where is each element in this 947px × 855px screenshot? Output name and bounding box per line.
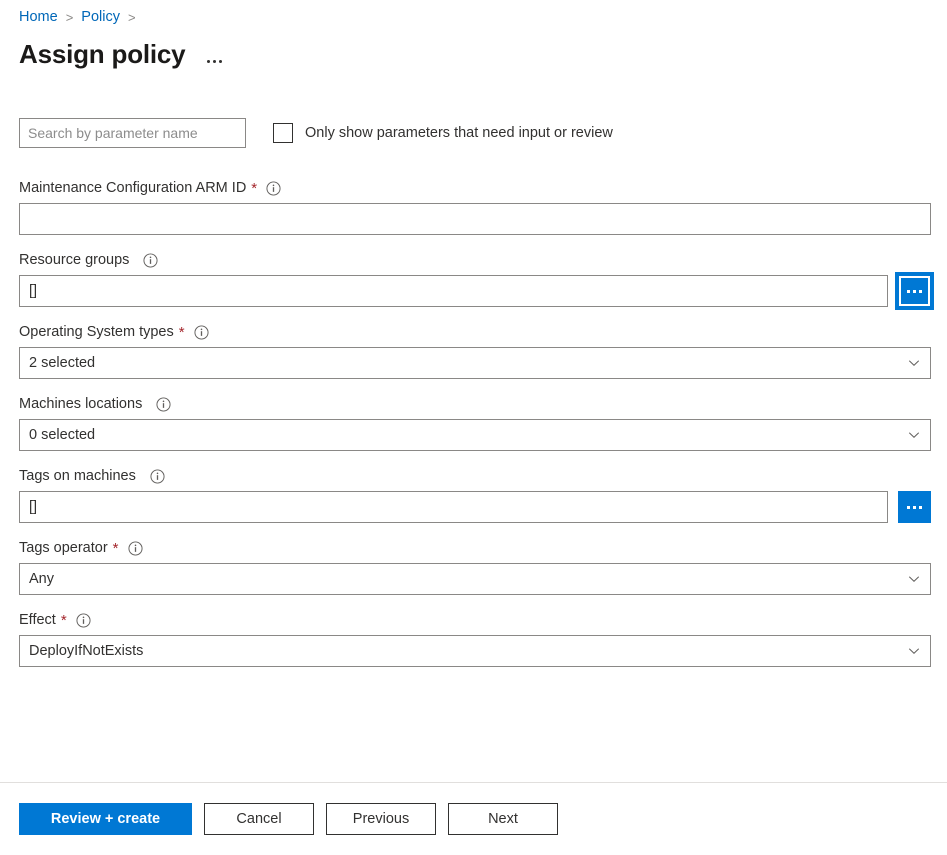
field-label: Operating System types * bbox=[19, 322, 931, 342]
resource-groups-input[interactable] bbox=[19, 275, 888, 307]
info-icon[interactable] bbox=[76, 612, 91, 628]
field-tags-operator: Tags operator * Any bbox=[19, 538, 931, 595]
chevron-down-icon bbox=[907, 428, 921, 442]
previous-button[interactable]: Previous bbox=[326, 803, 436, 835]
page-header: Assign policy bbox=[0, 34, 947, 74]
checkbox-box-icon[interactable] bbox=[273, 123, 293, 143]
required-indicator: * bbox=[60, 611, 67, 629]
info-icon[interactable] bbox=[156, 396, 171, 412]
search-input[interactable] bbox=[19, 118, 246, 148]
field-operating-system-types: Operating System types * 2 selected bbox=[19, 322, 931, 379]
field-control: DeployIfNotExists bbox=[19, 635, 931, 667]
field-label: Maintenance Configuration ARM ID * bbox=[19, 178, 931, 198]
maintenance-configuration-arm-id-input[interactable] bbox=[19, 203, 931, 235]
chevron-down-icon bbox=[907, 644, 921, 658]
info-icon[interactable] bbox=[143, 252, 158, 268]
more-options-icon[interactable] bbox=[207, 41, 223, 67]
dropdown-value: 0 selected bbox=[29, 427, 96, 443]
ellipsis-dot bbox=[919, 289, 922, 293]
field-label-text: Resource groups bbox=[19, 252, 130, 268]
required-indicator: * bbox=[178, 323, 185, 341]
only-show-needed-parameters-checkbox[interactable]: Only show parameters that need input or … bbox=[273, 123, 613, 143]
field-label: Tags on machines bbox=[19, 466, 931, 486]
field-label-text: Tags operator bbox=[19, 540, 108, 556]
dropdown-value: 2 selected bbox=[29, 355, 96, 371]
info-icon[interactable] bbox=[266, 180, 281, 196]
resource-groups-picker-button[interactable] bbox=[898, 275, 931, 307]
field-label-text: Maintenance Configuration ARM ID bbox=[19, 180, 247, 196]
machines-locations-dropdown[interactable]: 0 selected bbox=[19, 419, 931, 451]
info-icon[interactable] bbox=[127, 540, 143, 556]
breadcrumb: Home > Policy > bbox=[0, 0, 947, 28]
info-icon[interactable] bbox=[194, 324, 209, 340]
field-resource-groups: Resource groups bbox=[19, 250, 931, 307]
review-create-button[interactable]: Review + create bbox=[19, 803, 192, 835]
effect-dropdown[interactable]: DeployIfNotExists bbox=[19, 635, 931, 667]
tags-on-machines-picker-button[interactable] bbox=[898, 491, 931, 523]
field-label: Machines locations bbox=[19, 394, 931, 414]
ellipsis-dot bbox=[207, 60, 211, 63]
field-control bbox=[19, 491, 931, 523]
dropdown-value: DeployIfNotExists bbox=[29, 643, 144, 659]
dropdown-value: Any bbox=[29, 571, 54, 587]
ellipsis-dot bbox=[907, 505, 910, 509]
cancel-button[interactable]: Cancel bbox=[204, 803, 314, 835]
breadcrumb-separator-icon: > bbox=[65, 9, 74, 25]
chevron-down-icon bbox=[907, 356, 921, 370]
field-effect: Effect * DeployIfNotExists bbox=[19, 610, 931, 667]
field-control bbox=[19, 275, 931, 307]
next-button[interactable]: Next bbox=[448, 803, 558, 835]
ellipsis-dot bbox=[219, 60, 223, 63]
ellipsis-dot bbox=[919, 505, 922, 509]
ellipsis-dot bbox=[907, 289, 910, 293]
operating-system-types-dropdown[interactable]: 2 selected bbox=[19, 347, 931, 379]
required-indicator: * bbox=[251, 179, 258, 197]
breadcrumb-item-home[interactable]: Home bbox=[19, 9, 58, 25]
field-label: Tags operator * bbox=[19, 538, 931, 558]
field-control: 0 selected bbox=[19, 419, 931, 451]
field-label-text: Operating System types bbox=[19, 324, 174, 340]
field-control: Any bbox=[19, 563, 931, 595]
field-tags-on-machines: Tags on machines bbox=[19, 466, 931, 523]
tags-operator-dropdown[interactable]: Any bbox=[19, 563, 931, 595]
ellipsis-dot bbox=[913, 289, 916, 293]
ellipsis-dot bbox=[213, 60, 217, 63]
field-label-text: Tags on machines bbox=[19, 468, 136, 484]
page-title: Assign policy bbox=[19, 39, 186, 69]
ellipsis-dot bbox=[913, 505, 916, 509]
required-indicator: * bbox=[112, 539, 119, 557]
checkbox-label: Only show parameters that need input or … bbox=[305, 125, 613, 141]
tags-on-machines-input[interactable] bbox=[19, 491, 888, 523]
field-maintenance-configuration-arm-id: Maintenance Configuration ARM ID * bbox=[19, 178, 931, 235]
parameters-form: Maintenance Configuration ARM ID * Resou… bbox=[0, 178, 947, 667]
field-label-text: Machines locations bbox=[19, 396, 143, 412]
field-control bbox=[19, 203, 931, 235]
footer-action-bar: Review + create Cancel Previous Next bbox=[0, 783, 947, 855]
field-label: Effect * bbox=[19, 610, 931, 630]
field-label-text: Effect bbox=[19, 612, 56, 628]
chevron-down-icon bbox=[907, 572, 921, 586]
info-icon[interactable] bbox=[150, 468, 165, 484]
parameter-filter-toolbar: Only show parameters that need input or … bbox=[0, 118, 947, 148]
field-machines-locations: Machines locations 0 selected bbox=[19, 394, 931, 451]
breadcrumb-separator-icon: > bbox=[127, 9, 136, 25]
field-label: Resource groups bbox=[19, 250, 931, 270]
breadcrumb-item-policy[interactable]: Policy bbox=[81, 9, 120, 25]
field-control: 2 selected bbox=[19, 347, 931, 379]
